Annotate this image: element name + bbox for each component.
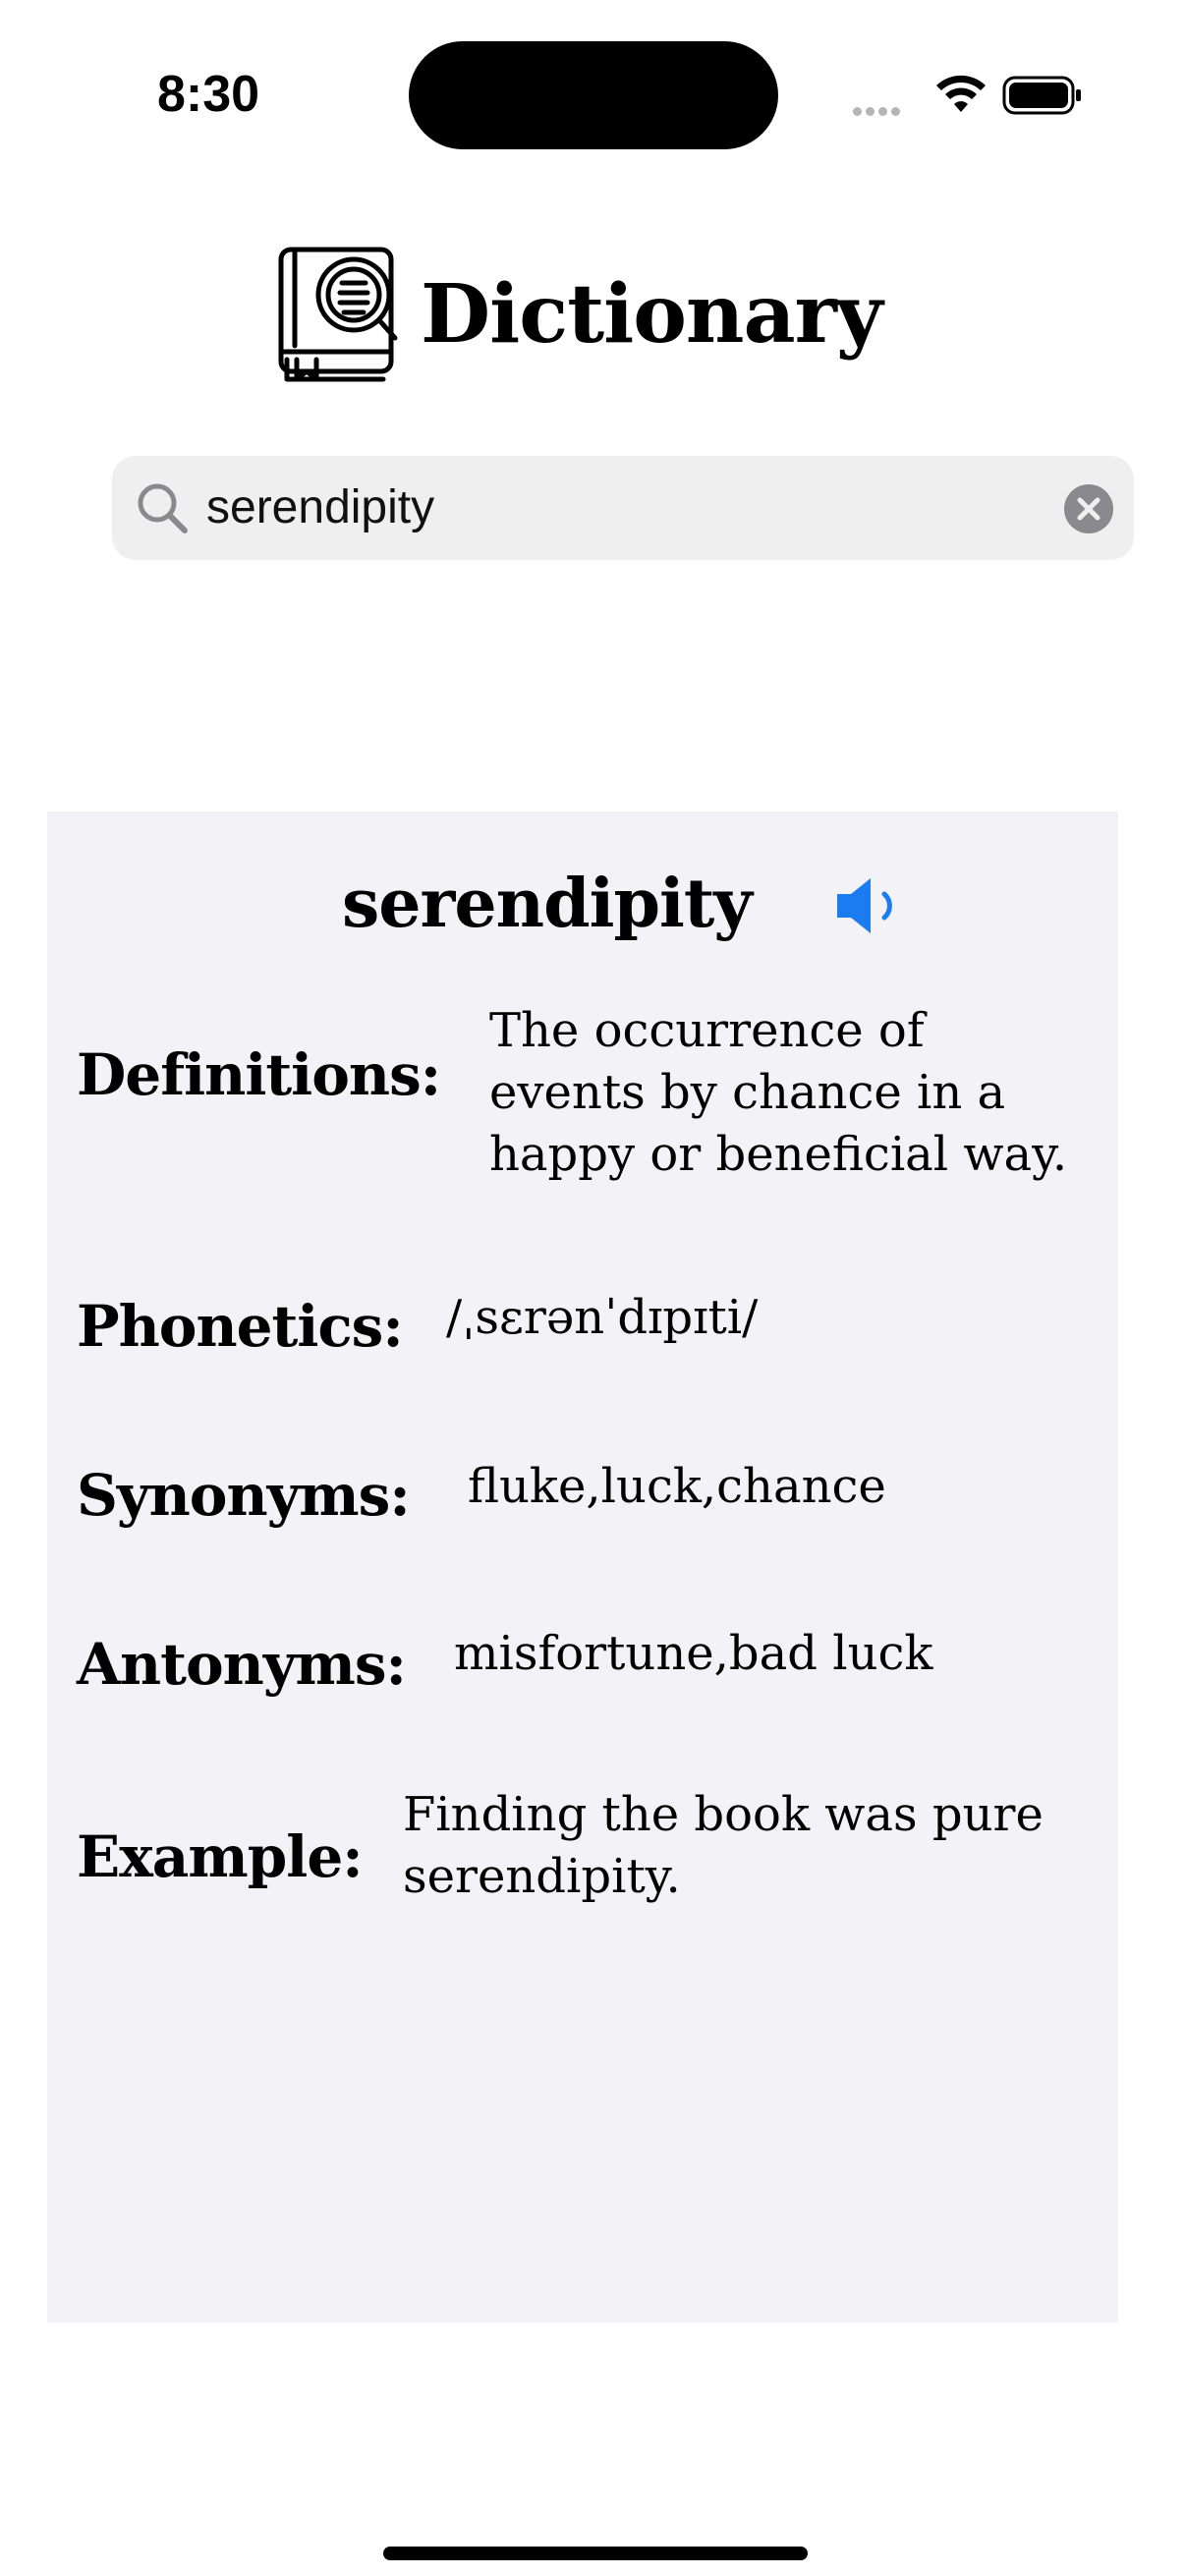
word-card: serendipity Definitions: The occurrence …: [47, 812, 1118, 2323]
cellular-signal-icon: [853, 103, 904, 121]
antonyms-value: misfortune,bad luck: [454, 1626, 933, 1681]
status-time: 8:30: [157, 66, 260, 123]
status-icons: [845, 71, 1091, 120]
synonyms-label: Synonyms:: [77, 1462, 411, 1529]
definitions-label: Definitions:: [77, 1041, 441, 1108]
battery-icon: [1002, 76, 1081, 115]
phonetics-label: Phonetics:: [77, 1293, 404, 1360]
example-value: Finding the book was pure serendipity.: [403, 1787, 1044, 1904]
search-bar[interactable]: [112, 456, 1134, 560]
app-title: Dictionary: [421, 267, 883, 362]
clear-search-icon[interactable]: [1063, 483, 1114, 534]
dynamic-island: [409, 41, 778, 149]
antonyms-label: Antonyms:: [77, 1631, 407, 1698]
app-header: Dictionary: [0, 244, 1185, 391]
synonyms-value: fluke,luck,chance: [468, 1459, 886, 1514]
book-magnifier-icon: [278, 247, 398, 382]
definitions-value: The occurrence of events by chance in a …: [489, 1003, 1068, 1182]
home-indicator[interactable]: [383, 2547, 808, 2560]
phonetics-value: /ˌsɛrənˈdɪpɪti/: [446, 1290, 759, 1345]
search-icon: [138, 483, 188, 533]
search-input[interactable]: [206, 456, 1051, 560]
example-label: Example:: [77, 1823, 364, 1890]
wifi-icon: [936, 75, 986, 112]
word-heading: serendipity: [342, 865, 753, 943]
speaker-icon[interactable]: [833, 874, 902, 937]
